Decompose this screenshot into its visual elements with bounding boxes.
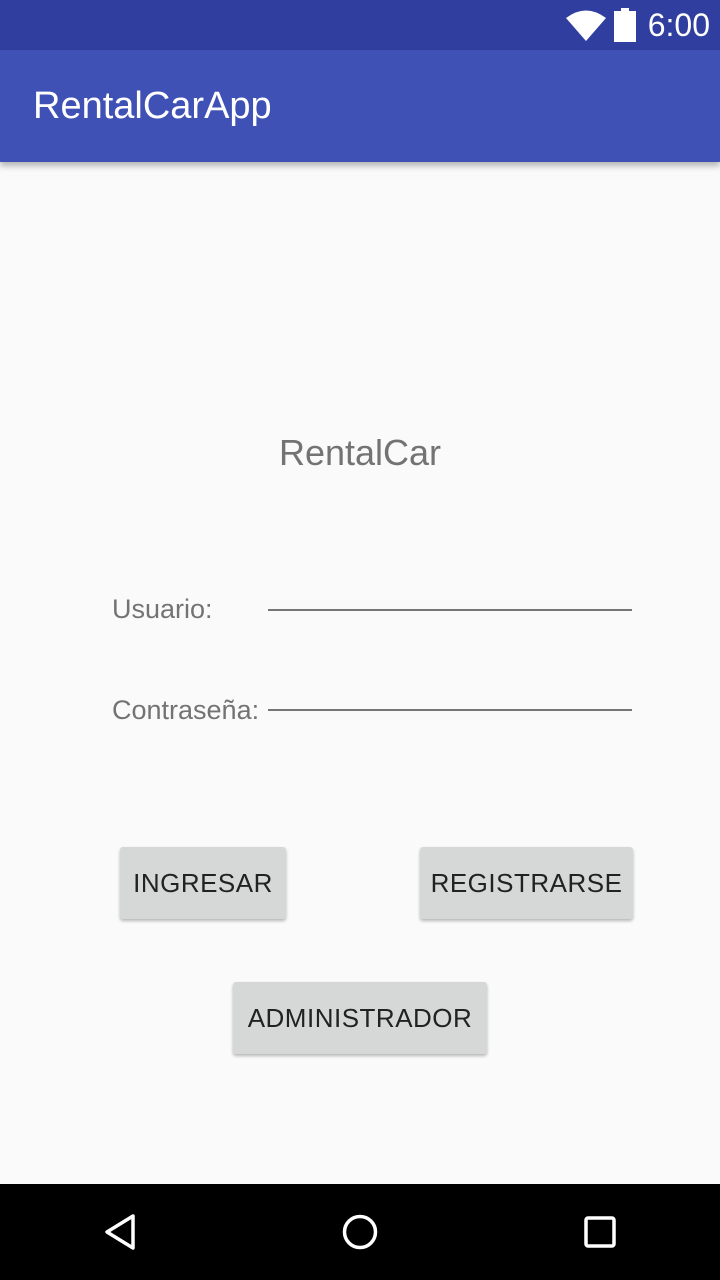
home-icon[interactable] — [336, 1208, 384, 1256]
password-field[interactable] — [268, 673, 632, 711]
login-button[interactable]: INGRESAR — [120, 847, 286, 919]
recents-icon[interactable] — [576, 1208, 624, 1256]
back-icon[interactable] — [96, 1208, 144, 1256]
login-form: RentalCar Usuario: Contraseña: INGRESAR … — [0, 162, 720, 1184]
status-time: 6:00 — [647, 7, 710, 43]
username-field[interactable] — [268, 573, 632, 611]
app-title: RentalCarApp — [33, 85, 272, 127]
password-label: Contraseña: — [112, 695, 260, 725]
username-label: Usuario: — [112, 594, 213, 624]
status-bar: 6:00 — [0, 0, 720, 50]
app-bar: RentalCarApp — [0, 50, 720, 162]
wifi-icon — [565, 9, 606, 41]
navigation-bar — [0, 1184, 720, 1280]
battery-icon — [613, 8, 636, 42]
status-icons: 6:00 — [565, 0, 710, 50]
page-title: RentalCar — [278, 432, 442, 473]
register-button[interactable]: REGISTRARSE — [420, 847, 633, 919]
admin-button[interactable]: ADMINISTRADOR — [233, 982, 487, 1054]
